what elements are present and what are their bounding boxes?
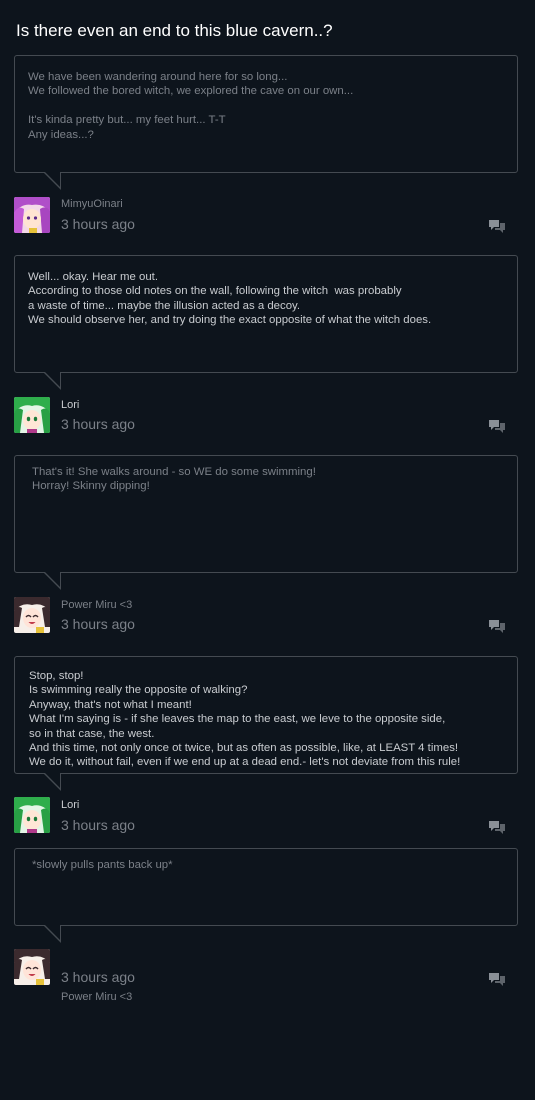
post-bubble: We have been wandering around here for s… [14,55,518,173]
post-bubble: That's it! She walks around - so WE do s… [14,455,518,573]
green-haired-girl-avatar [14,797,50,833]
post-bubble: *slowly pulls pants back up* [14,848,518,926]
avatar[interactable] [14,397,50,433]
avatar[interactable] [14,949,50,985]
post-text-line: Horray! Skinny dipping! [32,480,150,493]
post-text-line: Anyway, that's not what I meant! [29,698,192,711]
post-text-line: That's it! She walks around - so WE do s… [32,466,316,478]
post-text-line: We followed the bored witch, we explored… [28,85,354,98]
post-text-line: And this time, not only once ot twice, b… [29,742,459,755]
post-text-line: We do it, without fail, even if we end u… [29,756,461,769]
post-author[interactable]: Lori [61,799,79,811]
thread-title: Is there even an end to this blue cavern… [16,21,333,40]
reply-icon[interactable] [488,419,506,435]
post-text-line: so in that case, the west. [29,727,155,740]
reply-icon[interactable] [488,619,506,635]
bubble-tail-inner [44,571,60,587]
post-text-line: It's kinda pretty but... my feet hurt...… [28,114,226,127]
post-text-line: Stop, stop! [29,670,84,682]
reply-icon[interactable] [488,820,506,836]
avatar[interactable] [14,797,50,833]
post-text-line: *slowly pulls pants back up* [32,859,173,871]
post-timestamp: 3 hours ago [61,216,135,232]
post-timestamp: 3 hours ago [61,817,135,833]
post-author[interactable]: Power Miru <3 [61,599,132,611]
dark-haired-girl-avatar [14,949,50,985]
green-haired-girl-avatar [14,397,50,433]
dark-haired-girl-avatar [14,597,50,633]
post-text-line: What I'm saying is - if she leaves the m… [29,713,446,726]
post-timestamp: 3 hours ago [61,616,135,632]
avatar[interactable] [14,597,50,633]
pink-haired-girl-avatar [14,197,50,233]
post-text-line: We should observe her, and try doing the… [28,314,432,327]
post-text-line: We have been wandering around here for s… [28,71,288,83]
post-text-line: a waste of time... maybe the illusion ac… [28,299,301,312]
post-timestamp: 3 hours ago [61,416,135,432]
post-timestamp: 3 hours ago [61,969,135,985]
avatar[interactable] [14,197,50,233]
bubble-tail-inner [44,772,60,788]
post-text-line: Is swimming really the opposite of walki… [29,684,248,697]
post-author[interactable]: Power Miru <3 [61,991,132,1003]
bubble-tail-inner [44,171,60,187]
post-text-line [28,99,517,113]
reply-icon[interactable] [488,219,506,235]
post-text-line: Well... okay. Hear me out. [28,271,158,283]
bubble-tail-inner [44,371,60,387]
post-text-line: According to those old notes on the wall… [28,285,402,298]
post-text-line: Any ideas...? [28,128,94,141]
post-author[interactable]: MimyuOinari [61,198,123,210]
post-bubble: Well... okay. Hear me out. According to … [14,255,518,373]
bubble-tail-inner [44,924,60,940]
reply-icon[interactable] [488,972,506,988]
post-author[interactable]: Lori [61,399,79,411]
post-bubble: Stop, stop! Is swimming really the oppos… [14,656,518,774]
